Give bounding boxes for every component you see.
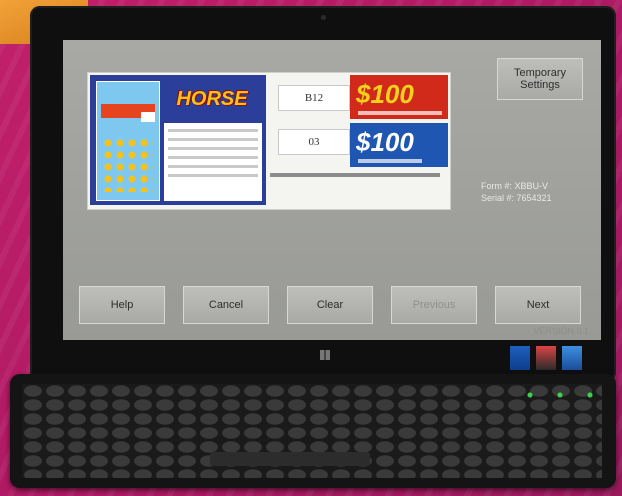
mini-ticket-image <box>96 81 160 201</box>
prize-amount-top: $100 <box>356 79 414 109</box>
ticket-fine-print <box>270 173 440 177</box>
monitor: HORSE RACE B12 03 $100 $100 Temporary Se… <box>30 6 616 382</box>
spacebar <box>210 452 370 466</box>
cancel-button[interactable]: Cancel <box>183 286 269 324</box>
previous-button[interactable]: Previous <box>391 286 477 324</box>
ticket-field-top[interactable]: B12 <box>278 85 350 111</box>
ticket-field-bottom[interactable]: 03 <box>278 129 350 155</box>
temporary-settings-button[interactable]: Temporary Settings <box>497 58 583 100</box>
mini-ticket-grid <box>103 138 153 192</box>
form-number: Form #: XBBU-V <box>481 181 549 191</box>
keyboard-status-leds <box>515 392 605 398</box>
camera-icon <box>321 15 326 20</box>
clear-button[interactable]: Clear <box>287 286 373 324</box>
prize-badge-top: $100 <box>350 75 448 119</box>
horse-race-logo: HORSE RACE <box>176 88 248 150</box>
windows-sticker-icon <box>536 346 556 370</box>
form-info: Form #: XBBU-V Serial #: 7654321 <box>481 180 552 204</box>
keyboard <box>10 374 616 488</box>
serial-number: Serial #: 7654321 <box>481 193 552 203</box>
prize-amount-bottom: $100 <box>356 127 414 157</box>
prize-badge-bottom: $100 <box>350 123 448 167</box>
help-button[interactable]: Help <box>79 286 165 324</box>
next-button[interactable]: Next <box>495 286 581 324</box>
intel-sticker-icon <box>562 346 582 370</box>
ticket-artwork: HORSE RACE <box>90 75 266 205</box>
energy-star-icon <box>510 346 530 370</box>
app-screen: HORSE RACE B12 03 $100 $100 Temporary Se… <box>63 40 601 340</box>
ticket-info-table <box>164 123 262 201</box>
windows-logo-icon <box>320 350 330 360</box>
version-label: VERSION 0.1 <box>533 326 589 336</box>
ticket-preview: HORSE RACE B12 03 $100 $100 <box>87 72 451 210</box>
